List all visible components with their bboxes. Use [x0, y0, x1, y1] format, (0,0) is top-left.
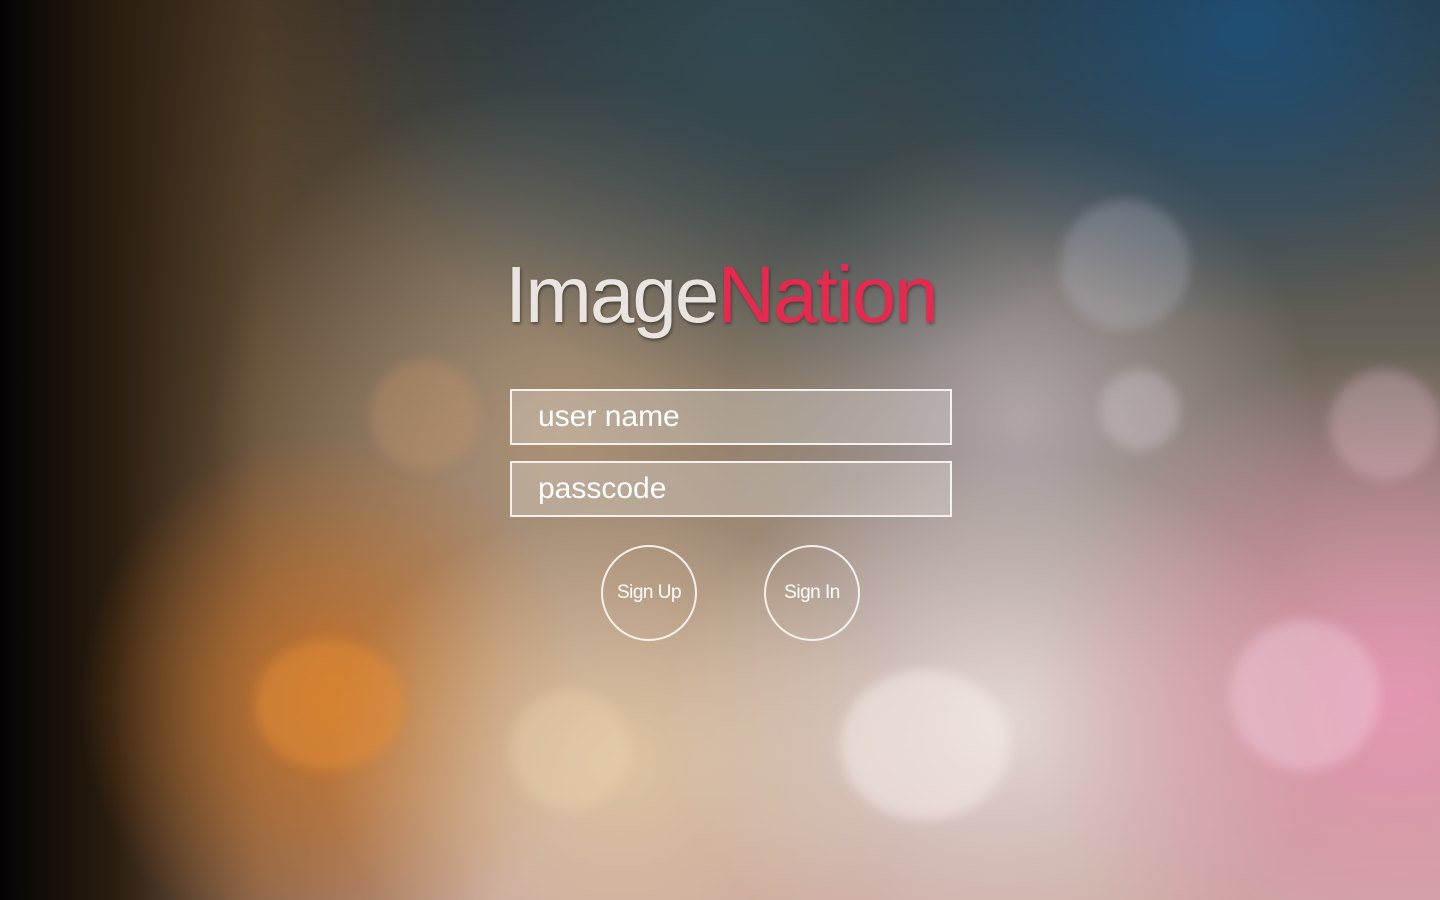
bokeh-light — [1230, 620, 1380, 770]
logo-text-nation: Nation — [717, 250, 938, 339]
bokeh-light — [510, 690, 630, 810]
bokeh-background — [0, 0, 1440, 900]
sign-in-button[interactable]: Sign In — [764, 545, 860, 641]
passcode-field-box — [510, 461, 952, 517]
username-field-box — [510, 389, 952, 445]
username-input[interactable] — [512, 391, 950, 443]
sign-up-button[interactable]: Sign Up — [601, 545, 697, 641]
app-logo: ImageNation — [505, 250, 945, 350]
passcode-input[interactable] — [512, 463, 950, 515]
bokeh-light — [370, 360, 480, 470]
bokeh-light — [1330, 370, 1440, 480]
bokeh-light — [1100, 370, 1180, 450]
bokeh-light — [1060, 200, 1190, 330]
bokeh-light — [840, 670, 1010, 820]
bokeh-light — [255, 640, 405, 770]
logo-text-image: Image — [505, 250, 719, 339]
